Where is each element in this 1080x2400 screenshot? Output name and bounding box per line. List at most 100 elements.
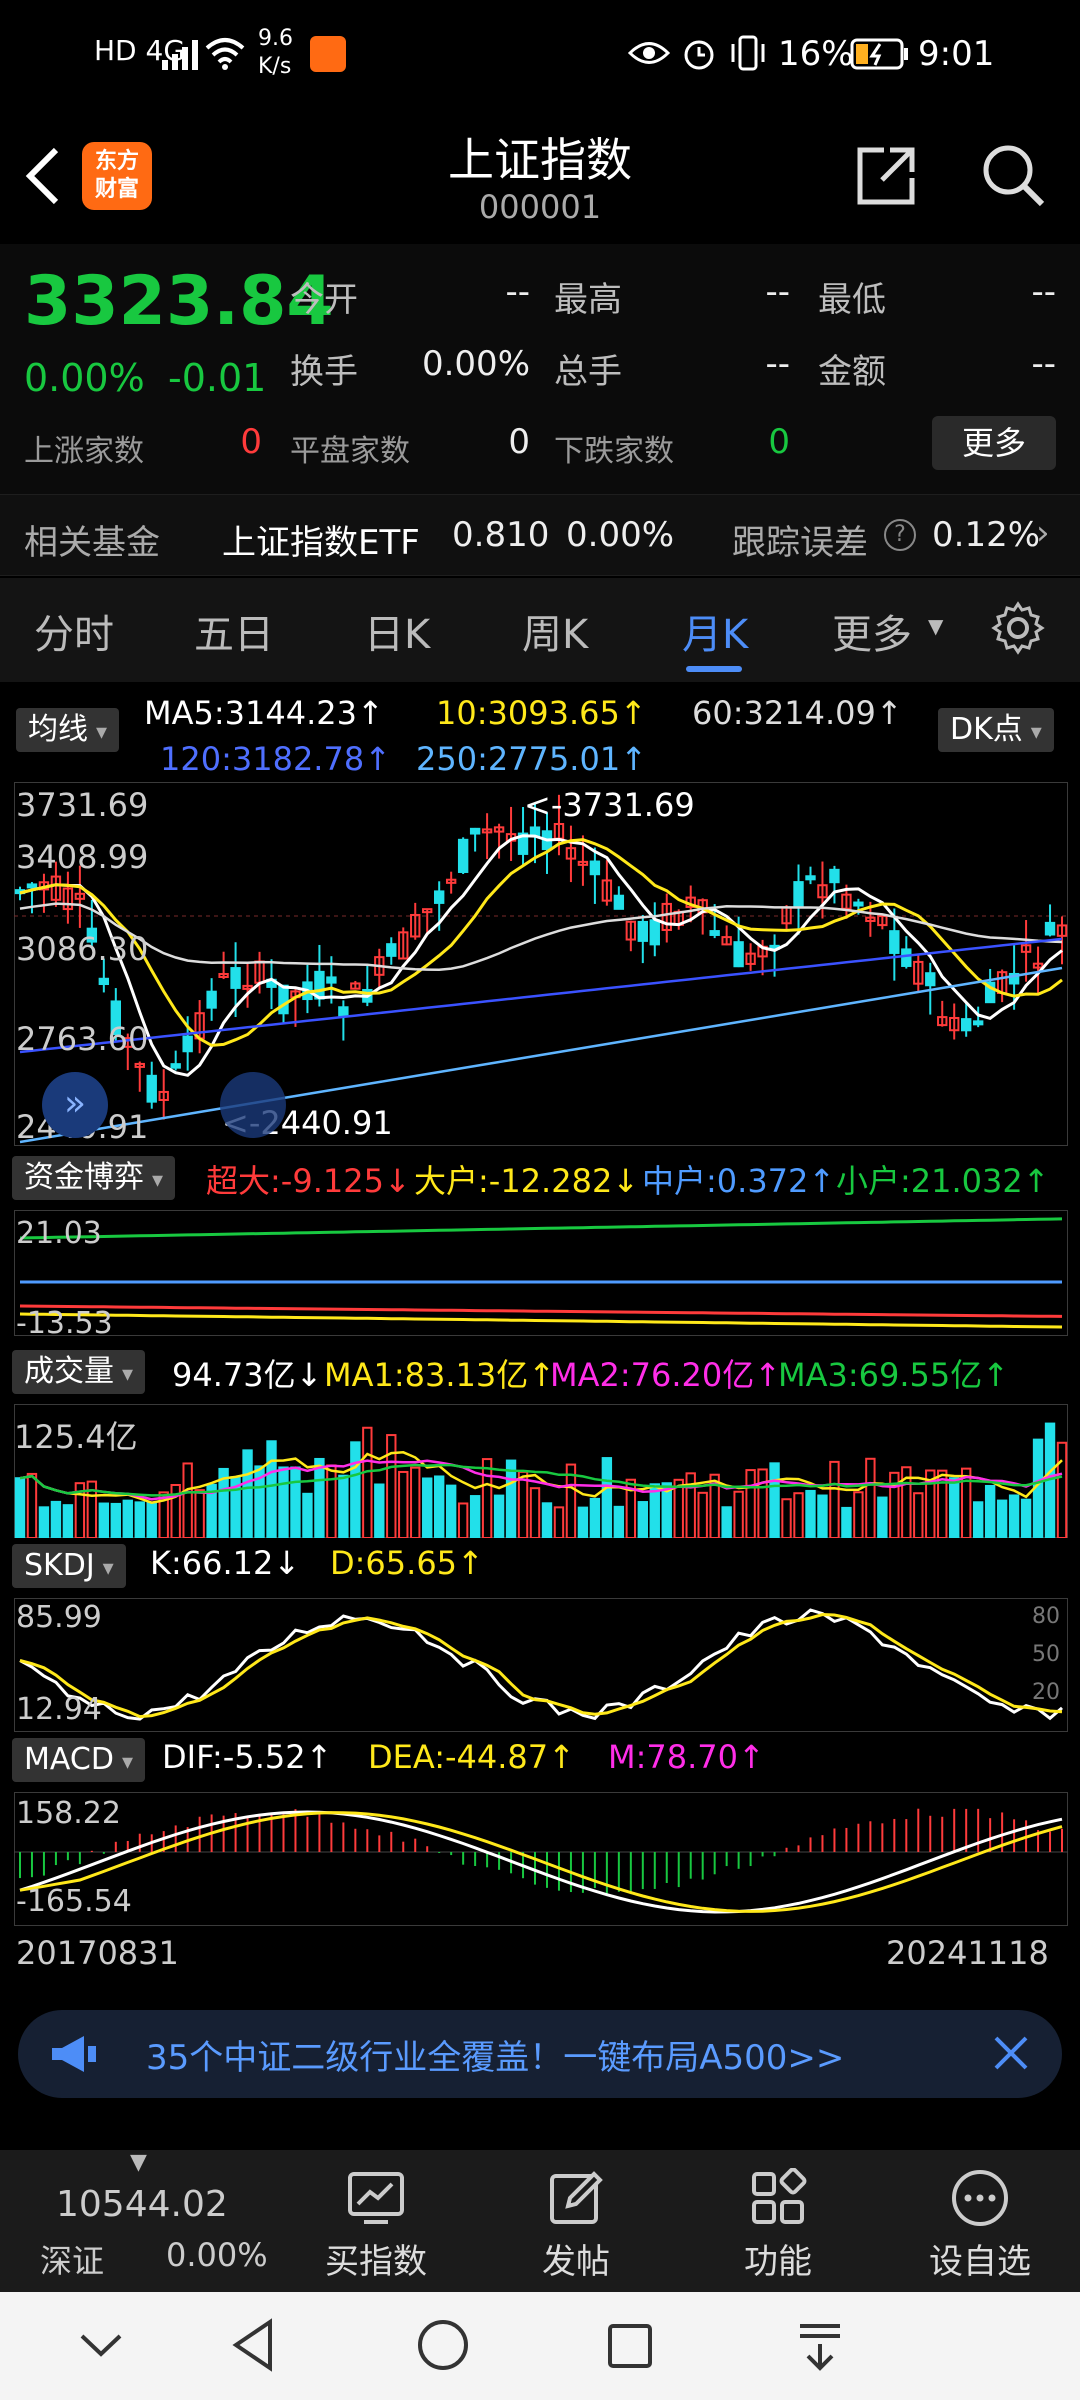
app-notification-icon xyxy=(310,36,346,72)
volume-bar xyxy=(721,1506,732,1538)
fund-name[interactable]: 上证指数ETF xyxy=(222,515,420,564)
ma120-line xyxy=(19,937,1063,1054)
candle-body xyxy=(1044,921,1056,936)
function-button[interactable]: 功能 xyxy=(718,2234,838,2283)
net-speed-unit: K/s xyxy=(258,54,292,79)
volume-bar xyxy=(50,1500,62,1538)
more-button[interactable]: 更多 xyxy=(932,416,1056,470)
volume-bar xyxy=(793,1492,804,1538)
home-circle-icon[interactable] xyxy=(416,2318,470,2376)
close-icon[interactable] xyxy=(988,2030,1034,2080)
date-end: 20241118 xyxy=(886,1934,1049,1972)
volume-bar xyxy=(697,1491,708,1538)
volume-bar xyxy=(314,1457,325,1538)
tab-daily-k[interactable]: 日K xyxy=(364,602,430,660)
chevron-down-icon[interactable] xyxy=(78,2328,124,2366)
candle-body xyxy=(146,1074,157,1103)
volume-bar xyxy=(529,1487,541,1538)
candle-body xyxy=(709,930,720,936)
volume-value: -- xyxy=(765,344,790,384)
volume-selector[interactable]: 成交量 xyxy=(12,1350,146,1394)
volume-ma3: MA3:69.55亿↑ xyxy=(778,1356,1010,1394)
down-count-value: 0 xyxy=(768,422,790,462)
index-value[interactable]: 10544.02 xyxy=(56,2184,228,2225)
more-dots-icon[interactable] xyxy=(950,2168,1010,2232)
share-icon[interactable] xyxy=(854,144,918,212)
banner-text[interactable]: 35个中证二级行业全覆盖！一键布局A500>> xyxy=(146,2030,844,2079)
index-switch-caret-icon[interactable]: ▼ xyxy=(130,2150,147,2175)
volume-bar xyxy=(146,1501,157,1538)
buy-index-button[interactable]: 买指数 xyxy=(316,2234,436,2283)
recents-square-icon[interactable] xyxy=(606,2322,654,2374)
ma5-legend: MA5:3144.23↑ xyxy=(144,694,384,732)
skdj-k-legend: K:66.12↓ xyxy=(150,1544,301,1582)
volume-bar xyxy=(996,1499,1008,1538)
ma-selector[interactable]: 均线 xyxy=(16,708,120,752)
volume-bar xyxy=(481,1458,493,1538)
volume-bar xyxy=(1020,1498,1032,1538)
candle-body xyxy=(972,1020,984,1026)
volume-bar xyxy=(589,1497,601,1538)
chart-icon[interactable] xyxy=(346,2168,406,2232)
candle-body xyxy=(961,1018,972,1032)
app-header: 东方 财富 上证指数 000001 xyxy=(0,110,1080,242)
tab-more[interactable]: 更多 xyxy=(832,602,912,660)
grid-icon[interactable] xyxy=(748,2167,808,2232)
volume-bar xyxy=(949,1477,960,1538)
skdj-selector[interactable]: SKDJ xyxy=(12,1544,126,1588)
fund-game-selector[interactable]: 资金博弈 xyxy=(12,1156,176,1200)
kline-chart-area[interactable]: 均线 MA5:3144.23↑ 10:3093.65↑ 60:3214.09↑ … xyxy=(0,686,1080,1986)
small-holder-line xyxy=(19,1217,1063,1240)
back-triangle-icon[interactable] xyxy=(230,2318,278,2376)
candle-body xyxy=(925,972,936,987)
volume-bar xyxy=(1056,1441,1068,1538)
expand-icon[interactable]: » xyxy=(42,1072,108,1138)
current-price: 3323.84 xyxy=(24,262,334,341)
stock-code: 000001 xyxy=(478,188,602,226)
post-button[interactable]: 发帖 xyxy=(516,2234,636,2283)
candle-body xyxy=(529,826,541,837)
volume-bar xyxy=(362,1426,373,1538)
active-tab-indicator xyxy=(686,666,742,672)
add-favorite-button[interactable]: 设自选 xyxy=(910,2234,1050,2283)
candle-body xyxy=(469,827,481,835)
candle-body xyxy=(182,1035,193,1053)
chevron-right-icon: › xyxy=(1036,513,1050,553)
low-value: -- xyxy=(1031,272,1056,312)
volume-bar xyxy=(374,1483,385,1538)
dk-point-selector[interactable]: DK点 xyxy=(938,708,1054,752)
tab-five-day[interactable]: 五日 xyxy=(194,602,274,660)
tab-monthly-k[interactable]: 月K xyxy=(682,602,748,660)
volume-bar xyxy=(457,1502,469,1538)
large-legend: 大户:-12.282↓ xyxy=(414,1162,640,1200)
volume-chart xyxy=(14,1404,1068,1538)
volume-bar xyxy=(1008,1494,1020,1538)
signal-icon xyxy=(160,38,200,76)
flat-count-value: 0 xyxy=(508,422,530,462)
help-icon[interactable]: ? xyxy=(884,519,916,551)
edit-icon[interactable] xyxy=(546,2168,606,2232)
skdj-k-line xyxy=(19,1608,1063,1721)
index-name[interactable]: 深证 xyxy=(40,2236,104,2282)
related-fund-bar[interactable]: 相关基金 上证指数ETF 0.810 0.00% 跟踪误差 ? 0.12% › xyxy=(0,494,1080,576)
volume-bar xyxy=(410,1466,421,1538)
candle-body xyxy=(278,984,289,1015)
promo-banner[interactable]: 35个中证二级行业全覆盖！一键布局A500>> xyxy=(18,2010,1062,2098)
volume-bar xyxy=(398,1470,409,1538)
macd-m-legend: M:78.70↑ xyxy=(608,1738,765,1776)
macd-selector[interactable]: MACD xyxy=(12,1738,145,1782)
tab-intraday[interactable]: 分时 xyxy=(34,602,114,660)
download-icon[interactable] xyxy=(794,2320,846,2376)
volume-bar xyxy=(434,1475,445,1538)
zoom-icon[interactable] xyxy=(220,1072,286,1138)
search-icon[interactable] xyxy=(978,140,1048,214)
volume-bar xyxy=(613,1505,625,1538)
candle-body xyxy=(98,977,110,986)
candle-body xyxy=(613,894,625,910)
flat-count-label: 平盘家数 xyxy=(290,434,410,469)
volume-bar xyxy=(841,1506,852,1538)
gear-icon[interactable] xyxy=(990,600,1046,660)
tab-weekly-k[interactable]: 周K xyxy=(522,602,588,660)
turnover-label: 换手 xyxy=(290,352,358,392)
candlestick-chart[interactable] xyxy=(14,782,1068,1146)
